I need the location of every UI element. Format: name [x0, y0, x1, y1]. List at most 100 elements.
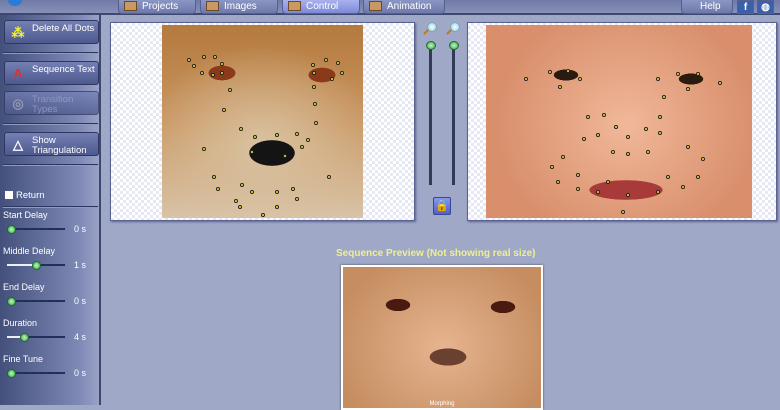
feature-dot[interactable] [212, 175, 216, 179]
feature-dot[interactable] [626, 152, 630, 156]
feature-dot[interactable] [314, 121, 318, 125]
feature-dot[interactable] [576, 173, 580, 177]
feature-dot[interactable] [234, 199, 238, 203]
slider[interactable] [7, 333, 65, 342]
feature-dot[interactable] [295, 132, 299, 136]
feature-dot[interactable] [211, 73, 215, 77]
slider-knob[interactable] [19, 333, 29, 342]
feature-dot[interactable] [228, 88, 232, 92]
feature-dot[interactable] [621, 210, 625, 214]
feature-dot[interactable] [561, 155, 565, 159]
feature-dot[interactable] [300, 145, 304, 149]
feature-dot[interactable] [340, 71, 344, 75]
sequence-text-button[interactable]: A Sequence Text [4, 61, 99, 85]
feature-dot[interactable] [644, 127, 648, 131]
feature-dot[interactable] [686, 87, 690, 91]
feature-dot[interactable] [626, 135, 630, 139]
feature-dot[interactable] [222, 108, 226, 112]
feature-dot[interactable] [200, 71, 204, 75]
feature-dot[interactable] [312, 71, 316, 75]
zoom-left-slider-track[interactable] [429, 45, 432, 185]
feature-dot[interactable] [220, 62, 224, 66]
feature-dot[interactable] [578, 77, 582, 81]
lock-zoom-button[interactable]: 🔒 [433, 197, 451, 215]
feature-dot[interactable] [336, 61, 340, 65]
slider-knob[interactable] [7, 225, 16, 234]
feature-dot[interactable] [239, 127, 243, 131]
feature-dot[interactable] [202, 147, 206, 151]
feature-dot[interactable] [550, 165, 554, 169]
tab-control[interactable]: Control [282, 0, 360, 14]
slider[interactable] [7, 369, 65, 378]
slider-knob[interactable] [32, 261, 41, 270]
slider[interactable] [7, 297, 65, 306]
feature-dot[interactable] [626, 193, 630, 197]
feature-dot[interactable] [582, 137, 586, 141]
feature-dot[interactable] [330, 77, 334, 81]
zoom-right-slider-track[interactable] [452, 45, 455, 185]
delete-all-dots-button[interactable]: ⁂ Delete All Dots [4, 20, 99, 44]
feature-dot[interactable] [718, 81, 722, 85]
tab-animation[interactable]: Animation [363, 0, 445, 14]
feature-dot[interactable] [295, 197, 299, 201]
tab-projects[interactable]: Projects [118, 0, 196, 14]
feature-dot[interactable] [524, 77, 528, 81]
feature-dot[interactable] [566, 69, 570, 73]
feature-dot[interactable] [192, 64, 196, 68]
feature-dot[interactable] [681, 185, 685, 189]
feature-dot[interactable] [596, 190, 600, 194]
feature-dot[interactable] [611, 150, 615, 154]
feature-dot[interactable] [658, 131, 662, 135]
facebook-button[interactable]: f [737, 0, 754, 14]
feature-dot[interactable] [701, 157, 705, 161]
target-image-child[interactable] [486, 25, 752, 218]
feature-dot[interactable] [666, 175, 670, 179]
feature-dot[interactable] [213, 55, 217, 59]
feature-dot[interactable] [686, 145, 690, 149]
feature-dot[interactable] [696, 175, 700, 179]
feature-dot[interactable] [602, 113, 606, 117]
feature-dot[interactable] [250, 150, 254, 154]
feature-dot[interactable] [614, 125, 618, 129]
feature-dot[interactable] [324, 58, 328, 62]
feature-dot[interactable] [656, 190, 660, 194]
tab-images[interactable]: Images [200, 0, 278, 14]
feature-dot[interactable] [250, 190, 254, 194]
feature-dot[interactable] [283, 154, 287, 158]
feature-dot[interactable] [676, 72, 680, 76]
website-button[interactable]: ◍ [757, 0, 774, 14]
feature-dot[interactable] [253, 135, 257, 139]
target-image-panel[interactable] [467, 22, 777, 221]
zoom-left-slider-knob[interactable] [426, 41, 436, 50]
feature-dot[interactable] [548, 70, 552, 74]
return-checkbox[interactable]: Return [5, 190, 45, 201]
feature-dot[interactable] [658, 115, 662, 119]
feature-dot[interactable] [261, 213, 265, 217]
feature-dot[interactable] [275, 205, 279, 209]
feature-dot[interactable] [216, 187, 220, 191]
source-image-cheetah[interactable] [162, 25, 363, 218]
feature-dot[interactable] [311, 63, 315, 67]
transition-types-button[interactable]: ◎ Transition Types [4, 91, 99, 115]
feature-dot[interactable] [238, 205, 242, 209]
feature-dot[interactable] [240, 183, 244, 187]
feature-dot[interactable] [275, 133, 279, 137]
feature-dot[interactable] [291, 187, 295, 191]
feature-dot[interactable] [313, 102, 317, 106]
feature-dot[interactable] [696, 72, 700, 76]
slider-knob[interactable] [7, 297, 16, 306]
feature-dot[interactable] [596, 133, 600, 137]
feature-dot[interactable] [646, 150, 650, 154]
feature-dot[interactable] [656, 77, 660, 81]
feature-dot[interactable] [275, 190, 279, 194]
feature-dot[interactable] [556, 180, 560, 184]
source-image-panel[interactable] [110, 22, 415, 221]
feature-dot[interactable] [202, 55, 206, 59]
feature-dot[interactable] [576, 187, 580, 191]
feature-dot[interactable] [662, 95, 666, 99]
slider[interactable] [7, 261, 65, 270]
feature-dot[interactable] [327, 175, 331, 179]
feature-dot[interactable] [306, 138, 310, 142]
help-button[interactable]: Help [681, 0, 733, 14]
feature-dot[interactable] [586, 115, 590, 119]
